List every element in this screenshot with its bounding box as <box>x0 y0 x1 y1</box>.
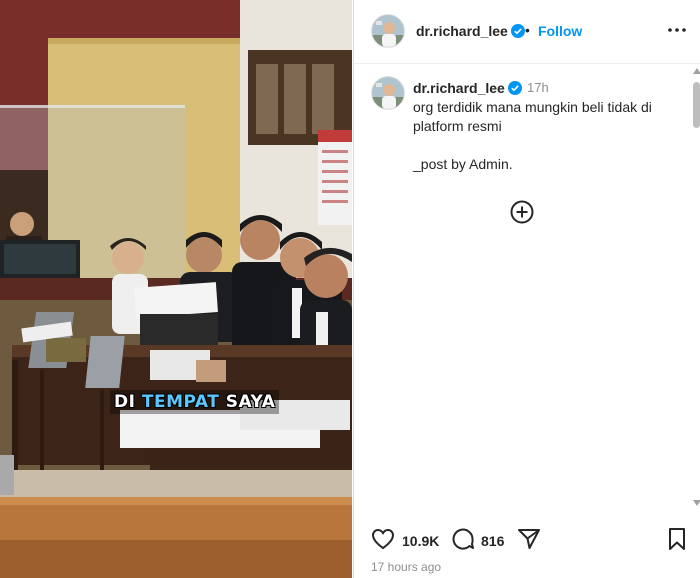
more-options-icon[interactable] <box>667 22 687 38</box>
verified-badge-icon <box>507 81 522 95</box>
separator-dot: • <box>525 22 530 38</box>
post-username: dr.richard_lee <box>413 80 505 96</box>
avatar[interactable] <box>371 14 405 48</box>
post-date[interactable]: 17 hours ago <box>371 560 441 574</box>
header-username: dr.richard_lee <box>416 23 508 39</box>
post-username-link[interactable]: dr.richard_lee <box>413 80 522 96</box>
post-caption-text: org terdidik mana mungkin beli tidak di … <box>413 99 652 172</box>
caption-part-2: SAYA <box>219 392 276 412</box>
scroll-down-arrow-icon[interactable] <box>693 500 700 506</box>
comment-count[interactable]: 816 <box>481 533 504 549</box>
like-count[interactable]: 10.9K <box>402 533 439 549</box>
post-timestamp[interactable]: 17h <box>527 80 549 95</box>
scroll-up-arrow-icon[interactable] <box>693 68 700 74</box>
post-media[interactable]: DI TEMPAT SAYA <box>0 0 352 578</box>
share-icon[interactable] <box>516 526 542 552</box>
plus-circle-icon[interactable] <box>510 200 534 224</box>
bookmark-icon[interactable] <box>664 526 690 552</box>
action-bar: 10.9K 816 <box>354 522 700 558</box>
video-caption: DI TEMPAT SAYA <box>110 390 280 414</box>
caption-part-1: DI <box>114 392 142 412</box>
caption-highlight: TEMPAT <box>141 392 220 412</box>
verified-badge-icon <box>510 24 525 38</box>
post-panel: dr.richard_lee • Follow dr.richard_lee 1… <box>353 0 700 578</box>
courtroom-photo <box>0 0 352 578</box>
follow-button[interactable]: Follow <box>538 23 582 39</box>
post-header: dr.richard_lee • Follow <box>354 0 700 64</box>
comment-icon[interactable] <box>450 526 476 552</box>
avatar[interactable] <box>371 76 405 110</box>
header-username-link[interactable]: dr.richard_lee <box>416 23 525 39</box>
heart-icon[interactable] <box>370 526 396 552</box>
scroll-thumb[interactable] <box>693 82 700 128</box>
comments-scrollbar[interactable] <box>691 68 700 508</box>
